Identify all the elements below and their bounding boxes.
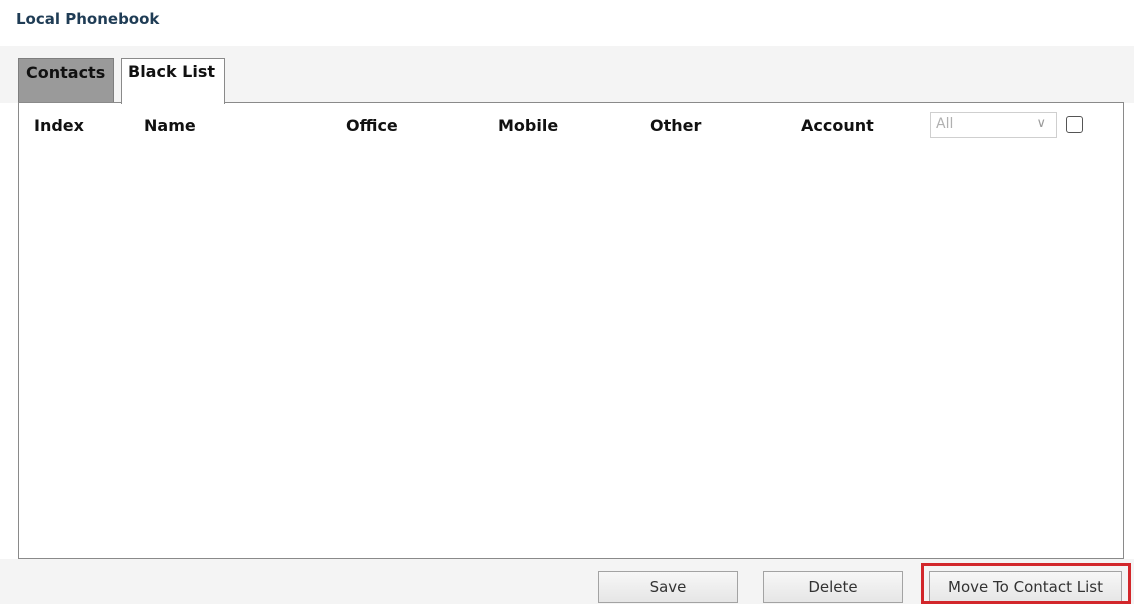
column-header-name: Name bbox=[144, 116, 196, 135]
column-header-office: Office bbox=[346, 116, 398, 135]
save-button[interactable]: Save bbox=[598, 571, 738, 603]
tab-black-list[interactable]: Black List bbox=[121, 58, 225, 104]
header-area bbox=[0, 0, 1134, 46]
select-all-checkbox[interactable] bbox=[1066, 116, 1083, 133]
move-to-contact-list-button[interactable]: Move To Contact List bbox=[929, 571, 1122, 603]
column-header-account: Account bbox=[801, 116, 874, 135]
tab-contacts[interactable]: Contacts bbox=[18, 58, 114, 103]
chevron-down-icon: ∨ bbox=[1036, 116, 1046, 131]
column-header-other: Other bbox=[650, 116, 702, 135]
page-title: Local Phonebook bbox=[16, 10, 160, 28]
column-header-index: Index bbox=[34, 116, 84, 135]
account-filter-select[interactable]: All ∨ bbox=[930, 112, 1057, 138]
account-filter-value: All bbox=[936, 116, 954, 132]
black-list-table bbox=[18, 102, 1124, 559]
delete-button[interactable]: Delete bbox=[763, 571, 903, 603]
column-header-mobile: Mobile bbox=[498, 116, 559, 135]
